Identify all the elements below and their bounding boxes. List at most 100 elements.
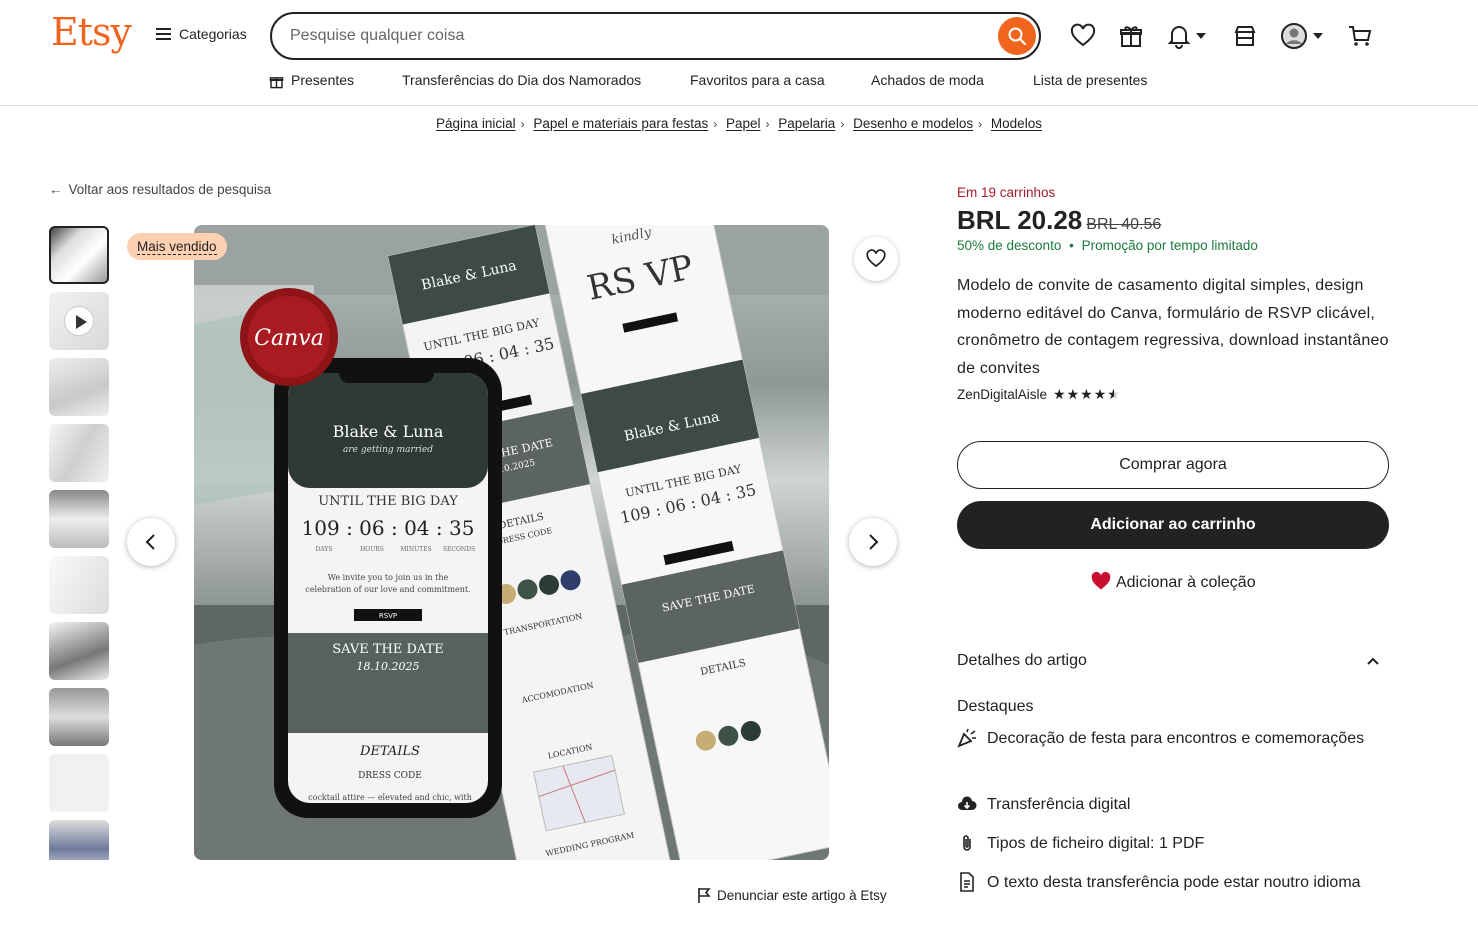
highlight-item: Tipos de ficheiro digital: 1 PDF (957, 830, 1377, 858)
avatar-icon[interactable] (1280, 22, 1308, 50)
breadcrumb-link[interactable]: Desenho e modelos (853, 116, 973, 131)
svg-text:We invite you to join us in th: We invite you to join us in the (328, 573, 449, 582)
chevron-left-icon (145, 534, 155, 550)
breadcrumb-link[interactable]: Papelaria (778, 116, 835, 131)
paperclip-icon (963, 835, 971, 851)
party-popper-icon (957, 728, 976, 748)
add-to-cart-button[interactable]: Adicionar ao carrinho (957, 501, 1389, 549)
thumbnail-image[interactable] (49, 556, 109, 614)
document-icon (960, 872, 974, 892)
etsy-logo[interactable]: Etsy (51, 10, 132, 54)
search-icon (1008, 27, 1027, 46)
categories-menu[interactable]: Categorias (156, 26, 247, 42)
thumbnail-image[interactable] (49, 358, 109, 416)
gift-icon[interactable] (1117, 22, 1145, 50)
breadcrumb-link[interactable]: Papel e materiais para festas (533, 116, 708, 131)
next-image-button[interactable] (849, 518, 897, 566)
chevron-right-icon: › (978, 117, 983, 131)
chevron-up-icon (1367, 657, 1379, 665)
search-input[interactable] (290, 24, 990, 48)
couple-name: Blake & Luna (333, 422, 444, 441)
site-header: Etsy Categorias Presentes Transferências… (0, 0, 1478, 106)
report-item-link[interactable]: Denunciar este artigo à Etsy (697, 887, 887, 903)
chevron-right-icon: › (765, 117, 770, 131)
thumbnail-image[interactable] (49, 226, 109, 284)
bell-icon[interactable] (1165, 22, 1193, 50)
discount-percent: 50% de desconto (957, 238, 1062, 253)
svg-text:celebration of our love and co: celebration of our love and commitment. (305, 585, 470, 594)
menu-icon (156, 28, 171, 40)
previous-image-button[interactable] (127, 518, 175, 566)
add-collection-label: Adicionar à coleção (1115, 574, 1256, 591)
product-title: Modelo de convite de casamento digital s… (957, 277, 1389, 377)
shop-name[interactable]: ZenDigitalAisle (957, 387, 1047, 402)
play-icon (64, 306, 94, 336)
back-to-results-link[interactable]: ← Voltar aos resultados de pesquisa (49, 182, 271, 197)
search-bar (270, 12, 1041, 60)
categories-label: Categorias (179, 26, 247, 42)
heart-icon[interactable] (1069, 22, 1097, 50)
chevron-right-icon: › (520, 117, 525, 131)
svg-text:MINUTES: MINUTES (400, 546, 431, 553)
highlight-text: O texto desta transferência pode estar n… (987, 874, 1361, 891)
canva-seal: Canva (254, 326, 324, 351)
top-nav: Presentes Transferências do Dia dos Namo… (0, 72, 1478, 92)
flag-icon (698, 888, 711, 903)
main-product-image: Blake & Luna UNTIL THE BIG DAY 109 : 06 … (194, 225, 829, 860)
breadcrumb-link[interactable]: Página inicial (436, 116, 516, 131)
star-rating-icon[interactable]: ★★★★★★ (1053, 386, 1121, 403)
svg-text:UNTIL THE BIG DAY: UNTIL THE BIG DAY (318, 494, 458, 509)
heart-icon (866, 249, 886, 268)
bullet-separator: • (1069, 238, 1074, 253)
heart-filled-icon (1092, 571, 1111, 590)
svg-text:DAYS: DAYS (316, 546, 333, 553)
thumbnail-image[interactable] (49, 490, 109, 548)
breadcrumb-link[interactable]: Modelos (991, 116, 1042, 131)
original-price: BRL 40.56 (1086, 216, 1162, 233)
gift-icon (269, 77, 284, 89)
highlight-item: O texto desta transferência pode estar n… (957, 869, 1377, 897)
svg-text:SECONDS: SECONDS (443, 546, 475, 553)
thumbnail-image[interactable] (49, 754, 109, 812)
chevron-down-icon[interactable] (1195, 32, 1207, 40)
chevron-down-icon[interactable] (1312, 32, 1324, 40)
shop-icon[interactable] (1231, 22, 1259, 50)
favorite-button[interactable] (854, 237, 898, 281)
nav-item-valentines[interactable]: Transferências do Dia dos Namorados (402, 72, 641, 88)
svg-text:SAVE THE DATE: SAVE THE DATE (332, 642, 444, 657)
buy-now-button[interactable]: Comprar agora (957, 441, 1389, 489)
nav-item-gift-registry[interactable]: Lista de presentes (1033, 72, 1147, 88)
nav-item-home-favorites[interactable]: Favoritos para a casa (690, 72, 825, 88)
svg-text:DRESS CODE: DRESS CODE (358, 771, 422, 781)
shop-info: ZenDigitalAisle ★★★★★★ (957, 386, 1121, 403)
thumbnail-image[interactable] (49, 622, 109, 680)
bestseller-badge: Mais vendido (127, 233, 227, 260)
nav-item-presentes[interactable]: Presentes (291, 72, 354, 88)
thumbnail-image[interactable] (49, 820, 109, 860)
price: BRL 20.28 BRL 40.56 (957, 205, 1161, 236)
badge-label: Mais vendido (137, 239, 217, 255)
discount-line: 50% de desconto • Promoção por tempo lim… (957, 238, 1258, 253)
chevron-right-icon: › (840, 117, 845, 131)
cloud-download-icon (958, 796, 977, 810)
search-button[interactable] (998, 17, 1036, 55)
chevron-right-icon (869, 534, 879, 550)
svg-text:18.10.2025: 18.10.2025 (357, 660, 420, 673)
arrow-left-icon: ← (49, 182, 63, 197)
back-link-label: Voltar aos resultados de pesquisa (68, 182, 272, 197)
nav-item-fashion[interactable]: Achados de moda (871, 72, 984, 88)
thumbnail-video[interactable] (49, 292, 109, 350)
svg-text:HOURS: HOURS (360, 546, 384, 553)
current-price: BRL 20.28 (957, 205, 1083, 235)
thumbnail-image[interactable] (49, 688, 109, 746)
add-to-collection-button[interactable]: Adicionar à coleção (957, 571, 1389, 592)
in-carts-count: Em 19 carrinhos (957, 185, 1056, 200)
breadcrumb-link[interactable]: Papel (726, 116, 761, 131)
highlight-item: Decoração de festa para encontros e come… (957, 725, 1377, 753)
thumbnail-strip (49, 226, 109, 860)
thumbnail-image[interactable] (49, 424, 109, 482)
highlights-heading: Destaques (957, 698, 1034, 715)
svg-text:cocktail attire — elevated and: cocktail attire — elevated and chic, wit… (308, 793, 472, 802)
item-details-toggle[interactable]: Detalhes do artigo (957, 652, 1389, 670)
cart-icon[interactable] (1346, 22, 1374, 50)
